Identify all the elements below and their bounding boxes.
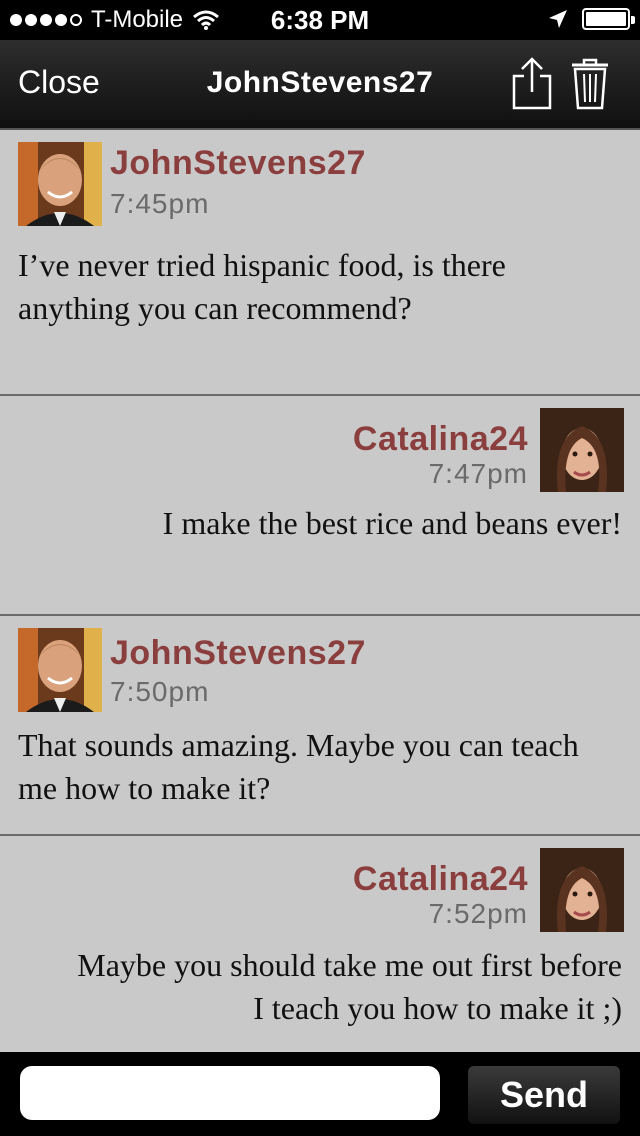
message-composer: Send xyxy=(0,1052,640,1136)
message-line: anything you can recommend? xyxy=(18,290,412,326)
location-arrow-icon xyxy=(549,10,567,28)
message-item: JohnStevens27 7:45pm I’ve never tried hi… xyxy=(0,130,640,396)
message-time: 7:52pm xyxy=(428,898,528,929)
message-line: I’ve never tried hispanic food, is there xyxy=(18,247,506,283)
message-line: I teach you how to make it ;) xyxy=(253,990,622,1026)
message-time: 7:47pm xyxy=(428,458,528,489)
trash-icon[interactable] xyxy=(570,56,610,112)
sender-name: JohnStevens27 xyxy=(110,634,366,672)
message-item: Catalina24 7:47pm I make the best rice a… xyxy=(0,396,640,616)
message-line: me how to make it? xyxy=(18,770,271,806)
nav-bar: Close JohnStevens27 xyxy=(0,40,640,130)
avatar xyxy=(540,848,624,932)
message-line: Maybe you should take me out first befor… xyxy=(77,947,622,983)
status-right xyxy=(548,8,635,30)
message-item: Catalina24 7:52pm Maybe you should take … xyxy=(0,836,640,1052)
sender-name: Catalina24 xyxy=(352,420,528,458)
battery-icon xyxy=(582,8,635,30)
message-text: I’ve never tried hispanic food, is there… xyxy=(18,244,506,330)
message-line: That sounds amazing. Maybe you can teach xyxy=(18,727,579,763)
message-input[interactable] xyxy=(20,1066,440,1120)
avatar xyxy=(18,628,102,712)
sender-name: Catalina24 xyxy=(352,860,528,898)
message-line: I make the best rice and beans ever! xyxy=(162,505,622,541)
sender-name: JohnStevens27 xyxy=(110,144,366,182)
message-time: 7:50pm xyxy=(110,676,210,707)
message-text: That sounds amazing. Maybe you can teach… xyxy=(18,724,579,810)
share-icon[interactable] xyxy=(510,56,554,112)
message-item: JohnStevens27 7:50pm That sounds amazing… xyxy=(0,616,640,836)
avatar xyxy=(540,408,624,492)
send-button[interactable]: Send xyxy=(468,1066,620,1124)
status-time: 6:38 PM xyxy=(270,5,370,35)
message-time: 7:45pm xyxy=(110,188,210,219)
battery-level xyxy=(586,12,626,26)
status-bar: T-Mobile 6:38 PM xyxy=(0,0,640,40)
message-text: I make the best rice and beans ever! xyxy=(163,502,622,545)
message-text: Maybe you should take me out first befor… xyxy=(77,944,622,1030)
avatar xyxy=(18,142,102,226)
